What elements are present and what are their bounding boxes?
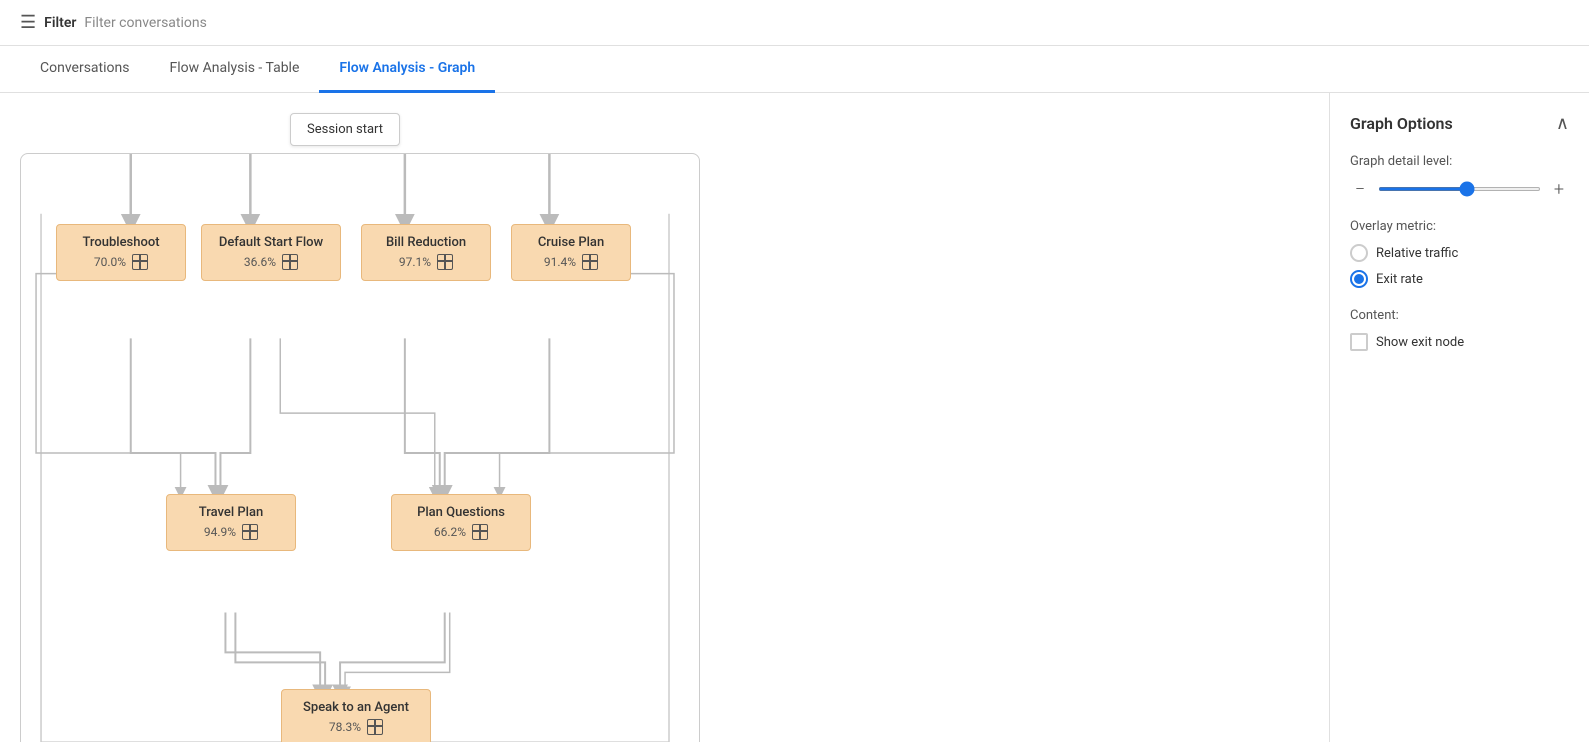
overlay-metric-label: Overlay metric: <box>1350 219 1569 234</box>
node-travel-plan-value: 94.9% <box>204 525 236 539</box>
node-plan-questions-value: 66.2% <box>434 525 466 539</box>
node-plan-questions[interactable]: Plan Questions 66.2% <box>391 494 531 551</box>
node-default-start-meta: 36.6% <box>244 254 298 270</box>
show-exit-node-checkbox[interactable] <box>1350 333 1368 351</box>
radio-exit-rate-label: Exit rate <box>1376 272 1423 287</box>
node-speak-agent-meta: 78.3% <box>329 719 383 735</box>
node-speak-agent-value: 78.3% <box>329 720 361 734</box>
panel-title: Graph Options <box>1350 114 1453 133</box>
radio-relative-traffic-label: Relative traffic <box>1376 246 1458 261</box>
tab-flow-table[interactable]: Flow Analysis - Table <box>149 46 319 93</box>
node-default-start-label: Default Start Flow <box>219 235 323 250</box>
radio-exit-rate[interactable]: Exit rate <box>1350 270 1569 288</box>
detail-level-label: Graph detail level: <box>1350 154 1569 169</box>
detail-level-section: Graph detail level: − + <box>1350 154 1569 199</box>
graph-container: Troubleshoot 70.0% Default Start Flow 36… <box>20 153 700 742</box>
node-troubleshoot-label: Troubleshoot <box>82 235 159 250</box>
detail-level-slider[interactable] <box>1378 187 1541 191</box>
show-exit-node-label: Show exit node <box>1376 335 1464 350</box>
node-default-start-value: 36.6% <box>244 255 276 269</box>
radio-exit-rate-circle[interactable] <box>1350 270 1368 288</box>
node-travel-plan-table-icon[interactable] <box>242 524 258 540</box>
filter-bar: ☰ Filter Filter conversations <box>0 0 1589 46</box>
node-troubleshoot[interactable]: Troubleshoot 70.0% <box>56 224 186 281</box>
radio-relative-traffic-circle[interactable] <box>1350 244 1368 262</box>
filter-icon: ☰ <box>20 12 36 33</box>
node-default-start[interactable]: Default Start Flow 36.6% <box>201 224 341 281</box>
tab-conversations[interactable]: Conversations <box>20 46 149 93</box>
main-content: Session start <box>0 93 1589 742</box>
node-troubleshoot-table-icon[interactable] <box>132 254 148 270</box>
node-plan-questions-meta: 66.2% <box>434 524 488 540</box>
node-troubleshoot-value: 70.0% <box>94 255 126 269</box>
node-plan-questions-table-icon[interactable] <box>472 524 488 540</box>
node-travel-plan[interactable]: Travel Plan 94.9% <box>166 494 296 551</box>
content-label: Content: <box>1350 308 1569 323</box>
node-bill-reduction-table-icon[interactable] <box>437 254 453 270</box>
node-speak-agent-table-icon[interactable] <box>367 719 383 735</box>
panel-header: Graph Options ∧ <box>1350 113 1569 134</box>
node-cruise-plan[interactable]: Cruise Plan 91.4% <box>511 224 631 281</box>
tab-flow-graph[interactable]: Flow Analysis - Graph <box>319 46 495 93</box>
node-cruise-plan-label: Cruise Plan <box>538 235 604 250</box>
node-default-start-table-icon[interactable] <box>282 254 298 270</box>
node-troubleshoot-meta: 70.0% <box>94 254 148 270</box>
node-speak-agent-label: Speak to an Agent <box>303 700 409 715</box>
node-bill-reduction-meta: 97.1% <box>399 254 453 270</box>
content-section: Content: Show exit node <box>1350 308 1569 351</box>
slider-decrease-button[interactable]: − <box>1350 179 1370 199</box>
overlay-metric-section: Overlay metric: Relative traffic Exit ra… <box>1350 219 1569 288</box>
slider-increase-button[interactable]: + <box>1549 179 1569 199</box>
node-cruise-plan-table-icon[interactable] <box>582 254 598 270</box>
node-cruise-plan-value: 91.4% <box>544 255 576 269</box>
panel-collapse-button[interactable]: ∧ <box>1556 113 1569 134</box>
graph-options-panel: Graph Options ∧ Graph detail level: − + … <box>1329 93 1589 742</box>
session-start-node: Session start <box>290 113 400 146</box>
radio-relative-traffic[interactable]: Relative traffic <box>1350 244 1569 262</box>
show-exit-node-option[interactable]: Show exit node <box>1350 333 1569 351</box>
node-cruise-plan-meta: 91.4% <box>544 254 598 270</box>
tabs-bar: Conversations Flow Analysis - Table Flow… <box>0 46 1589 93</box>
node-travel-plan-meta: 94.9% <box>204 524 258 540</box>
node-bill-reduction-label: Bill Reduction <box>386 235 466 250</box>
slider-container: − + <box>1350 179 1569 199</box>
filter-label: Filter <box>44 15 76 31</box>
graph-area: Session start <box>0 93 1329 742</box>
node-bill-reduction-value: 97.1% <box>399 255 431 269</box>
filter-text: Filter conversations <box>84 15 206 31</box>
node-speak-agent[interactable]: Speak to an Agent 78.3% <box>281 689 431 742</box>
node-bill-reduction[interactable]: Bill Reduction 97.1% <box>361 224 491 281</box>
session-start-label: Session start <box>307 122 383 137</box>
node-plan-questions-label: Plan Questions <box>417 505 505 520</box>
node-travel-plan-label: Travel Plan <box>199 505 263 520</box>
